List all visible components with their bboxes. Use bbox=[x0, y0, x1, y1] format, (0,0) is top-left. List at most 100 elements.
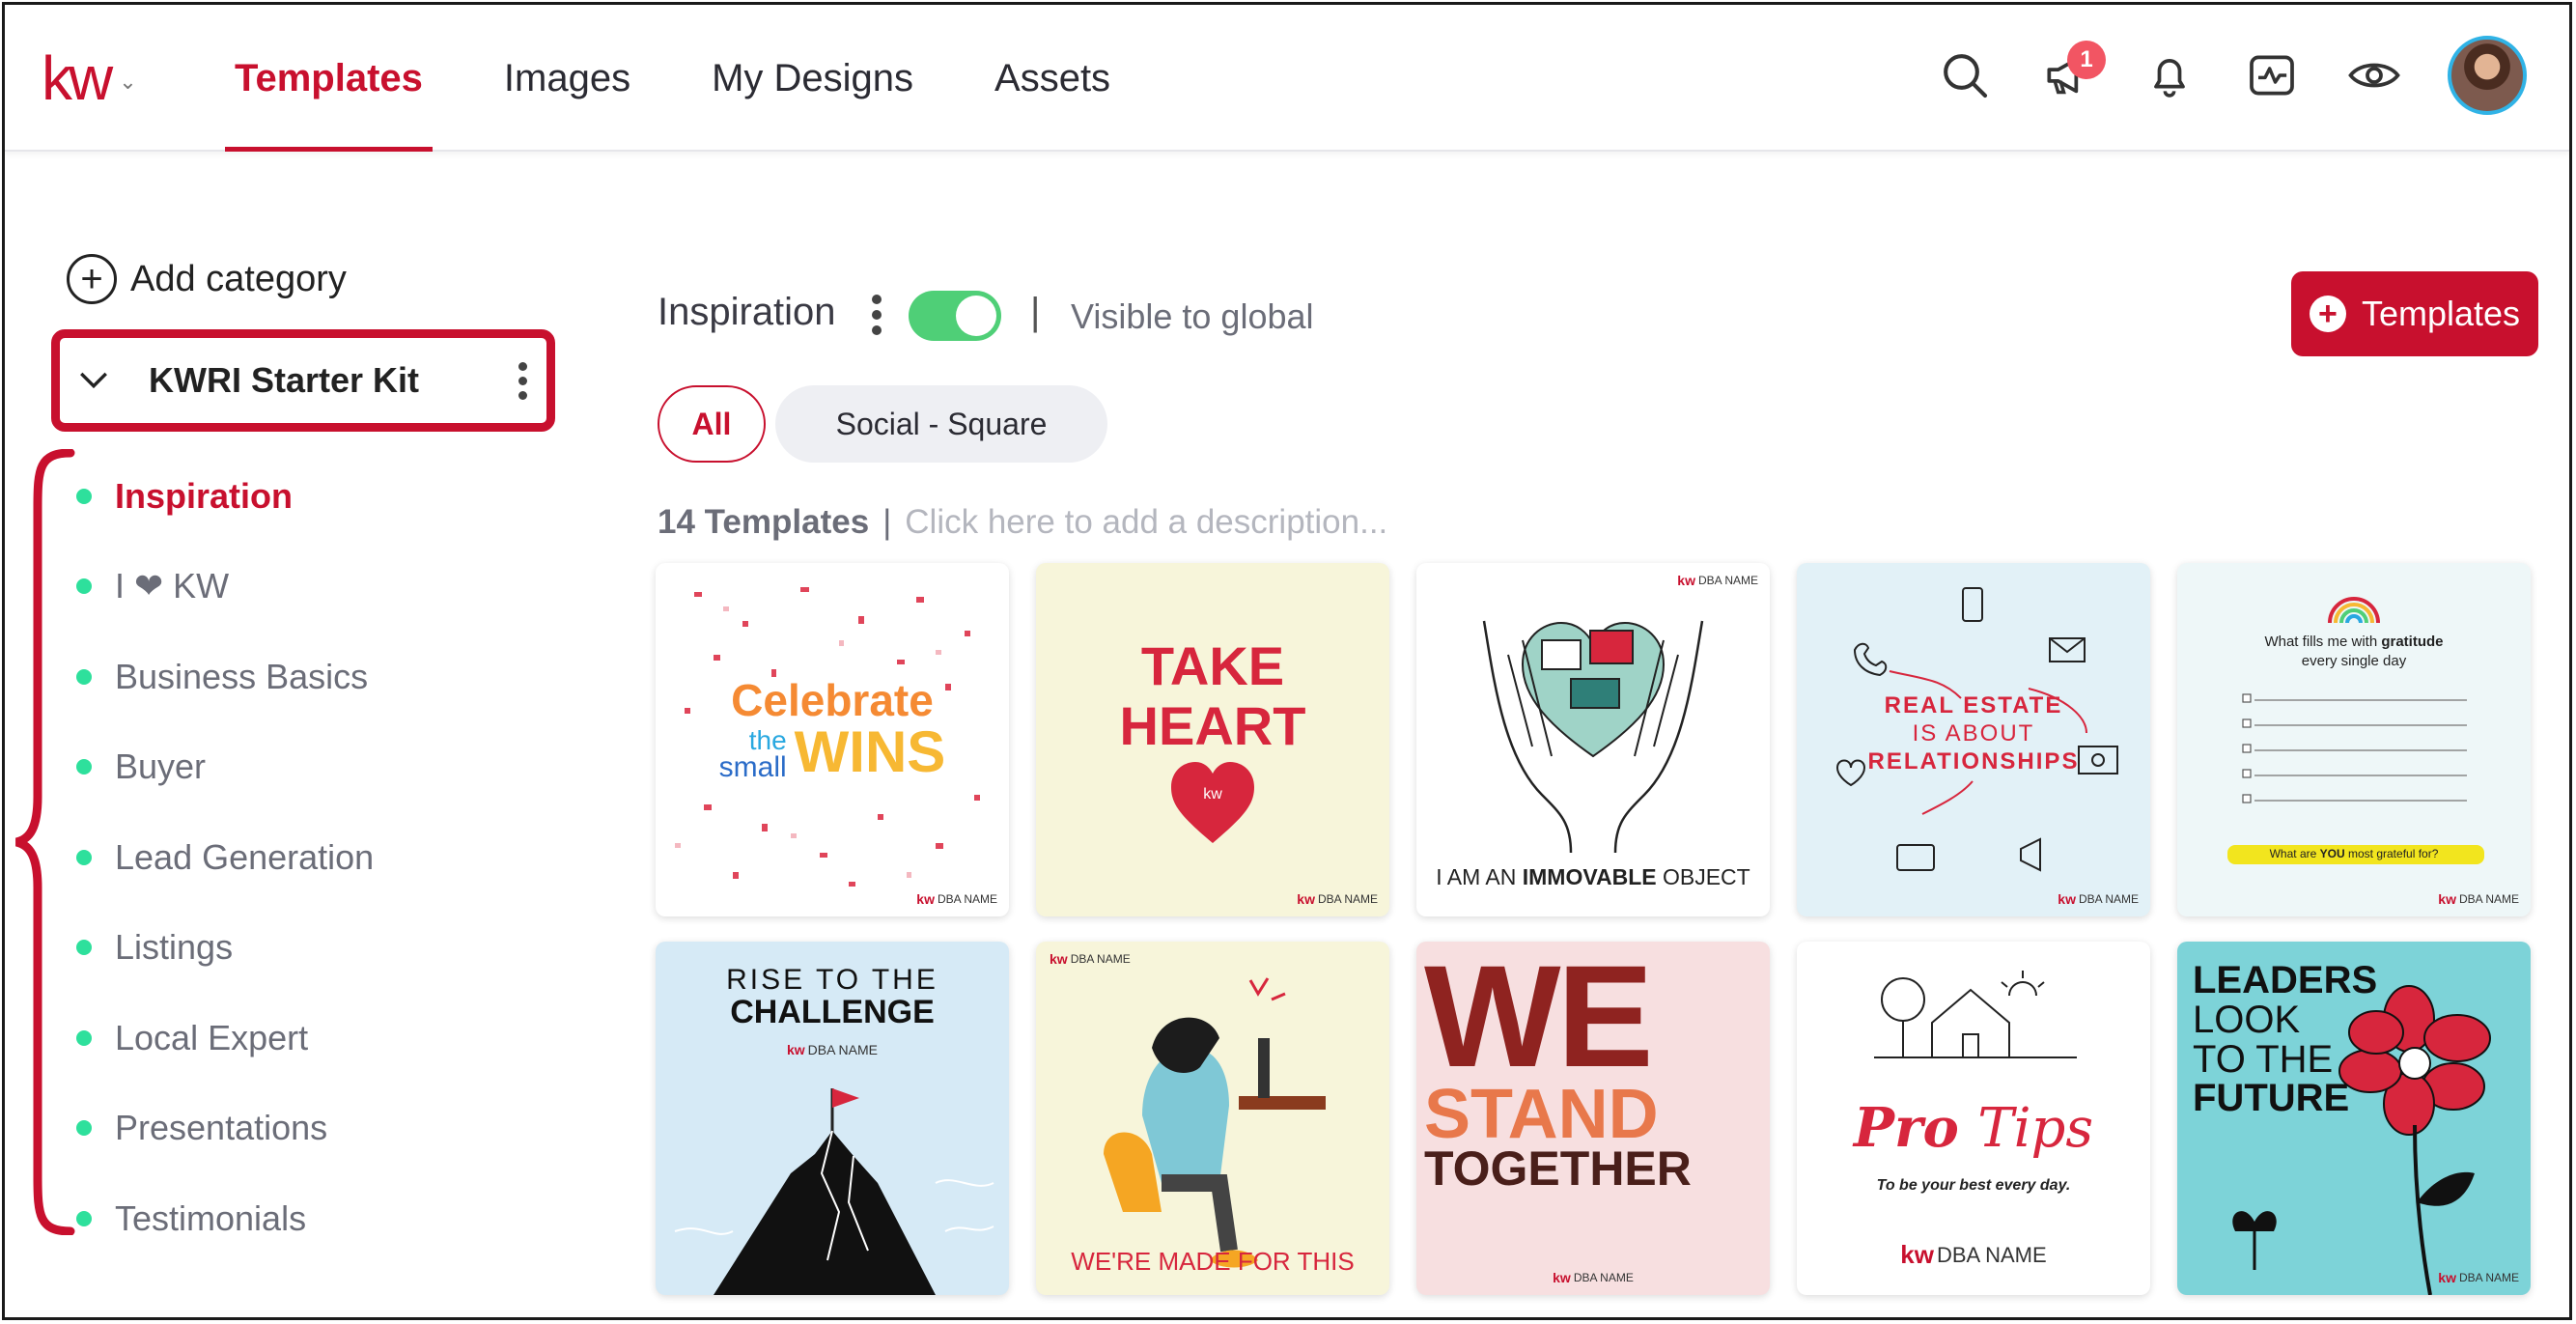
category-label: Lead Generation bbox=[115, 836, 375, 877]
kw-logo-menu[interactable]: kw ⌄ bbox=[42, 47, 137, 109]
category-label: Presentations bbox=[115, 1108, 328, 1148]
tab-images[interactable]: Images bbox=[494, 5, 640, 152]
template-text: small bbox=[718, 750, 787, 783]
divider: | bbox=[1030, 291, 1041, 333]
woman-at-desk-graphic bbox=[1104, 977, 1326, 1268]
brand-mark: kw DBA NAME bbox=[1553, 1270, 1634, 1285]
template-text: every single day bbox=[2301, 652, 2407, 669]
activity-icon[interactable] bbox=[2243, 46, 2301, 104]
template-text: WE'RE MADE FOR THIS bbox=[1071, 1247, 1355, 1276]
description-input[interactable]: Click here to add a description... bbox=[905, 503, 1387, 542]
svg-text:kw: kw bbox=[1203, 786, 1222, 803]
template-card[interactable]: Pro Tips To be your best every day. kw DB… bbox=[1797, 942, 2150, 1295]
category-item[interactable]: Presentations bbox=[76, 1084, 374, 1174]
template-text: IS ABOUT bbox=[1912, 719, 2035, 747]
template-count-line: 14 Templates | Click here to add a descr… bbox=[658, 503, 1387, 542]
visibility-toggle[interactable] bbox=[909, 291, 1001, 341]
template-card[interactable]: What fills me with gratitude every singl… bbox=[2177, 563, 2531, 916]
flower-graphic bbox=[2232, 985, 2491, 1295]
template-card[interactable]: WE STAND TOGETHER kw DBA NAME bbox=[1416, 942, 1770, 1295]
brand-mark: kw DBA NAME bbox=[2438, 1270, 2519, 1285]
visibility-label: Visible to global bbox=[1071, 296, 1314, 336]
rainbow-graphic bbox=[2227, 597, 2484, 864]
template-text: Pro bbox=[1853, 1096, 1959, 1160]
category-item[interactable]: Listings bbox=[76, 903, 374, 994]
template-card[interactable]: TAKE HEART kw kw DBA NAME bbox=[1036, 563, 1389, 916]
brand-mark: kw DBA NAME bbox=[1900, 1240, 2047, 1269]
template-text: I AM AN bbox=[1436, 864, 1517, 889]
category-label: I ❤ KW bbox=[115, 566, 230, 606]
category-item[interactable]: Buyer bbox=[76, 722, 374, 813]
template-text: YOU bbox=[2319, 847, 2345, 860]
status-dot bbox=[76, 488, 92, 504]
megaphone-icon[interactable]: 1 bbox=[2038, 41, 2106, 104]
template-text: TOGETHER bbox=[1424, 1141, 1692, 1197]
brand-mark: kw DBA NAME bbox=[2058, 891, 2139, 907]
filter-all[interactable]: All bbox=[658, 385, 766, 463]
heart-graphic: kw bbox=[1171, 762, 1254, 843]
plus-circle-icon: + bbox=[2309, 296, 2346, 332]
app-window: kw ⌄ Templates Images My Designs Assets … bbox=[2, 2, 2572, 1320]
category-item[interactable]: Lead Generation bbox=[76, 812, 374, 903]
template-text: RELATIONSHIPS bbox=[1867, 747, 2080, 775]
add-templates-button[interactable]: + Templates bbox=[2291, 271, 2538, 356]
category-item[interactable]: I ❤ KW bbox=[76, 542, 374, 633]
user-avatar[interactable] bbox=[2448, 36, 2527, 115]
add-category-label: Add category bbox=[130, 258, 347, 299]
tab-templates[interactable]: Templates bbox=[225, 5, 433, 152]
template-text: What fills me with bbox=[2264, 634, 2378, 650]
template-text: WINS bbox=[794, 719, 946, 785]
brand-mark: kw DBA NAME bbox=[916, 891, 997, 907]
template-text: gratitude bbox=[2381, 634, 2444, 650]
top-navigation-bar: kw ⌄ Templates Images My Designs Assets … bbox=[5, 5, 2569, 152]
filter-social-square[interactable]: Social - Square bbox=[775, 385, 1107, 463]
status-dot bbox=[76, 759, 92, 775]
template-card[interactable]: LEADERS LOOK TO THE FUTURE kw DBA NAME bbox=[2177, 942, 2531, 1295]
category-label: Listings bbox=[115, 927, 234, 968]
brand-mark: kw DBA NAME bbox=[2438, 891, 2519, 907]
notification-badge: 1 bbox=[2067, 41, 2106, 79]
template-text: most grateful for? bbox=[2348, 847, 2439, 860]
template-card[interactable]: RISE TO THE CHALLENGE kw DBA NAME bbox=[656, 942, 1009, 1295]
tab-my-designs[interactable]: My Designs bbox=[702, 5, 923, 152]
template-card[interactable]: Celebrate the small WINS kw DBA NAME bbox=[656, 563, 1009, 916]
category-label: Buyer bbox=[115, 747, 207, 787]
category-item[interactable]: Business Basics bbox=[76, 632, 374, 722]
status-dot bbox=[76, 1120, 92, 1137]
kit-header[interactable]: KWRI Starter Kit bbox=[51, 329, 555, 432]
status-dot bbox=[76, 940, 92, 956]
search-icon[interactable] bbox=[1936, 46, 1994, 104]
add-templates-label: Templates bbox=[2361, 294, 2521, 333]
divider: | bbox=[882, 503, 892, 541]
template-card[interactable]: kw DBA NAME I AM AN IMMOVABLE OBJECT bbox=[1416, 563, 1770, 916]
main-tabs: Templates Images My Designs Assets bbox=[225, 5, 1182, 152]
template-text: To be your best every day. bbox=[1876, 1177, 2071, 1194]
section-title: Inspiration bbox=[658, 291, 836, 333]
template-text: Tips bbox=[1977, 1097, 2094, 1160]
template-text: What are bbox=[2269, 847, 2317, 860]
plus-circle-icon: + bbox=[67, 254, 117, 304]
category-label: Inspiration bbox=[115, 475, 294, 516]
category-item[interactable]: Inspiration bbox=[76, 451, 374, 542]
bracket-annotation bbox=[14, 449, 75, 1235]
add-category-button[interactable]: + Add category bbox=[67, 254, 347, 304]
kebab-menu-icon[interactable] bbox=[872, 295, 882, 335]
category-label: Testimonials bbox=[115, 1197, 307, 1238]
status-dot bbox=[76, 668, 92, 685]
template-text: OBJECT bbox=[1662, 864, 1750, 889]
kebab-menu-icon[interactable] bbox=[518, 361, 527, 400]
template-count: 14 Templates bbox=[658, 503, 870, 541]
template-card[interactable]: kw DBA NAME WE'RE MADE FOR THIS bbox=[1036, 942, 1389, 1295]
status-dot bbox=[76, 578, 92, 595]
category-item[interactable]: Local Expert bbox=[76, 993, 374, 1084]
header-actions: 1 bbox=[1936, 36, 2527, 115]
category-item[interactable]: Testimonials bbox=[76, 1173, 374, 1264]
bell-icon[interactable] bbox=[2141, 46, 2198, 104]
template-card[interactable]: REAL ESTATE IS ABOUT RELATIONSHIPS kw DBA… bbox=[1797, 563, 2150, 916]
template-text: IMMOVABLE bbox=[1522, 864, 1657, 889]
brand-mark: kw DBA NAME bbox=[1297, 891, 1378, 907]
tab-assets[interactable]: Assets bbox=[985, 5, 1120, 152]
template-text: REAL ESTATE bbox=[1884, 692, 2063, 718]
eye-icon[interactable] bbox=[2345, 46, 2403, 104]
status-dot bbox=[76, 849, 92, 865]
